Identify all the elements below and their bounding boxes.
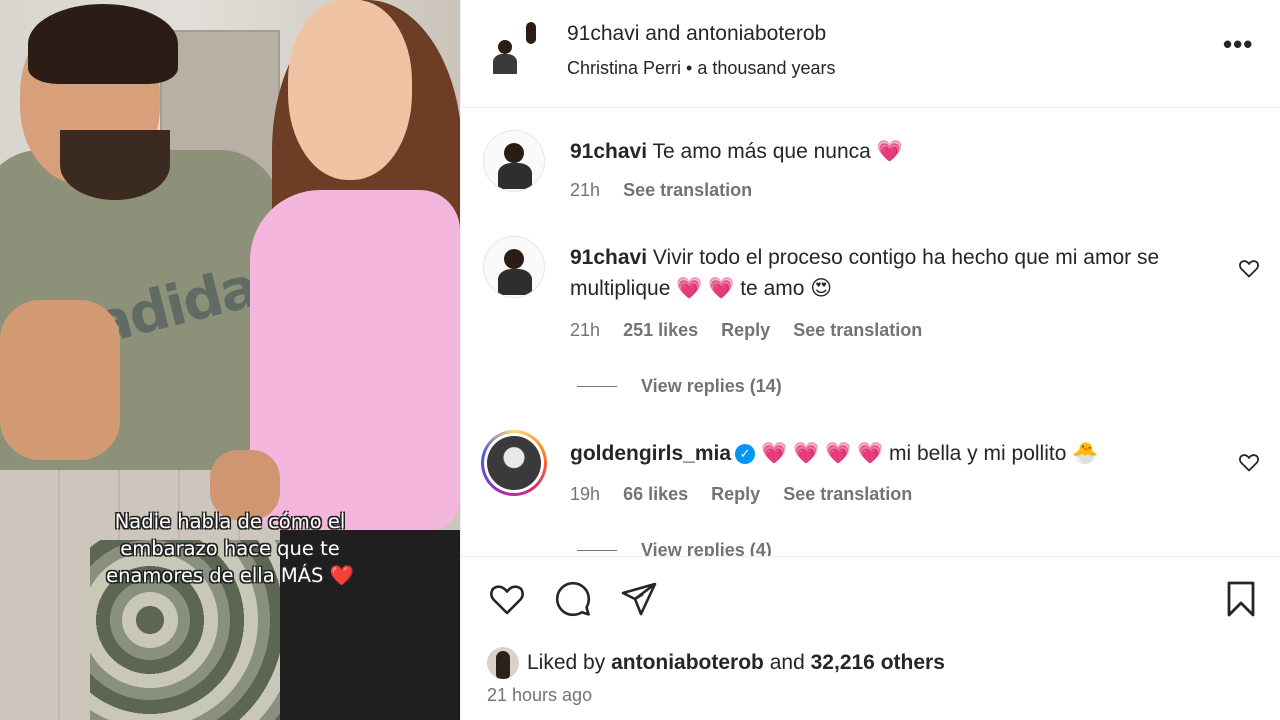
see-translation-link[interactable]: See translation (783, 484, 912, 504)
woman-face (288, 0, 412, 180)
comment-body-tail: te amo (740, 277, 805, 300)
avatar-body (498, 269, 532, 295)
caption-line-2: embarazo hace que te (120, 537, 340, 560)
heart-emoji: 💗 💗 (676, 277, 735, 300)
avatar-body (498, 163, 532, 189)
audio-track-link[interactable]: Christina Perri • a thousand years (567, 58, 835, 79)
liked-by-others[interactable]: 32,216 others (811, 651, 945, 674)
comment-like-heart-icon[interactable] (1237, 450, 1261, 474)
reel-video[interactable]: adidas Nadie habla de cómo el embarazo h… (0, 0, 460, 720)
view-replies-label: View replies (4) (641, 540, 772, 556)
collab-avatar-91chavi[interactable] (485, 34, 525, 78)
comment-meta: 19h 66 likes Reply See translation (570, 484, 930, 505)
comment-body: Te amo más que nunca (652, 140, 871, 163)
comment-text: 91chavi Vivir todo el proceso contigo ha… (570, 242, 1230, 304)
reply-button[interactable]: Reply (721, 320, 770, 340)
post-timestamp: 21 hours ago (487, 685, 593, 705)
caption-line-1: Nadie habla de cómo el (114, 510, 346, 533)
more-options-icon[interactable]: ••• (1223, 31, 1253, 60)
liked-by-user[interactable]: antoniaboterob (611, 651, 764, 674)
see-translation-link[interactable]: See translation (623, 180, 752, 200)
reply-button[interactable]: Reply (711, 484, 760, 504)
liked-by-and: and (769, 651, 805, 674)
view-replies-button[interactable]: View replies (4) (577, 540, 772, 556)
liked-by-avatar (487, 647, 519, 680)
share-send-icon[interactable] (619, 579, 659, 619)
heart-emoji: 💗 💗 💗 💗 (761, 442, 884, 465)
avatar-figure (496, 651, 510, 680)
like-heart-icon[interactable] (487, 579, 527, 619)
post-header: 91chavi and antoniaboterob Christina Per… (461, 0, 1280, 108)
caption-heart-emoji: ❤️ (329, 564, 354, 587)
comment-meta: 21h 251 likes Reply See translation (570, 320, 940, 341)
avatar-figure (526, 22, 536, 44)
comment-avatar[interactable] (483, 130, 545, 192)
view-replies-button[interactable]: View replies (14) (577, 376, 782, 397)
comment-meta: 21h See translation (570, 180, 770, 201)
verified-badge-icon: ✓ (735, 444, 756, 464)
story-ring-avatar[interactable] (481, 430, 547, 496)
comments-list[interactable]: 91chavi Te amo más que nunca 💗 21h See t… (461, 108, 1280, 556)
heart-emoji: 💗 (876, 140, 903, 163)
comment-avatar[interactable] (483, 236, 545, 298)
comment-body: mi bella y mi pollito (888, 442, 1067, 465)
comment-time: 21h (570, 320, 601, 340)
replies-divider (577, 550, 617, 551)
comment-text: goldengirls_mia ✓ 💗 💗 💗 💗 mi bella y mi po… (570, 438, 1230, 469)
avatar-head (504, 143, 524, 163)
comment-body: Vivir todo el proceso contigo ha hecho q… (570, 246, 1160, 300)
comment-text: 91chavi Te amo más que nunca 💗 (570, 136, 1230, 167)
replies-divider (577, 386, 617, 387)
comment-username[interactable]: 91chavi (570, 246, 647, 269)
caption-line-3: enamores de ella MÁS (106, 564, 324, 587)
post-authors[interactable]: 91chavi and antoniaboterob (567, 22, 826, 46)
comment-username[interactable]: goldengirls_mia (570, 442, 731, 465)
comment-time: 21h (570, 180, 601, 200)
avatar-photo (487, 436, 541, 490)
video-caption: Nadie habla de cómo el embarazo hace que… (70, 508, 390, 589)
liked-by-summary[interactable]: Liked by antoniaboterob and 32,216 other… (487, 645, 945, 681)
man-hair (28, 4, 178, 84)
post-actions: Liked by antoniaboterob and 32,216 other… (461, 556, 1280, 720)
avatar-head (498, 40, 512, 54)
view-replies-label: View replies (14) (641, 376, 782, 396)
audio-separator: • (686, 58, 693, 78)
audio-title: a thousand years (697, 58, 836, 78)
man-head (20, 4, 178, 200)
see-translation-link[interactable]: See translation (793, 320, 922, 340)
comment-username[interactable]: 91chavi (570, 140, 647, 163)
comment-time: 19h (570, 484, 601, 504)
comment-likes[interactable]: 251 likes (623, 320, 698, 340)
avatar-head (504, 249, 524, 269)
chick-emoji: 🐣 (1072, 442, 1099, 465)
liked-by-prefix: Liked by (527, 651, 606, 674)
audio-artist: Christina Perri (567, 58, 682, 78)
comment-bubble-icon[interactable] (553, 579, 593, 619)
man-arm (0, 300, 120, 460)
heart-eyes-emoji: 😍 (810, 277, 833, 300)
comment-like-heart-icon[interactable] (1237, 256, 1261, 280)
woman-top (250, 190, 460, 530)
post-panel: 91chavi and antoniaboterob Christina Per… (460, 0, 1280, 720)
man-beard (60, 130, 170, 200)
comment-likes[interactable]: 66 likes (623, 484, 688, 504)
avatar-body (493, 54, 517, 74)
save-bookmark-icon[interactable] (1221, 579, 1261, 619)
